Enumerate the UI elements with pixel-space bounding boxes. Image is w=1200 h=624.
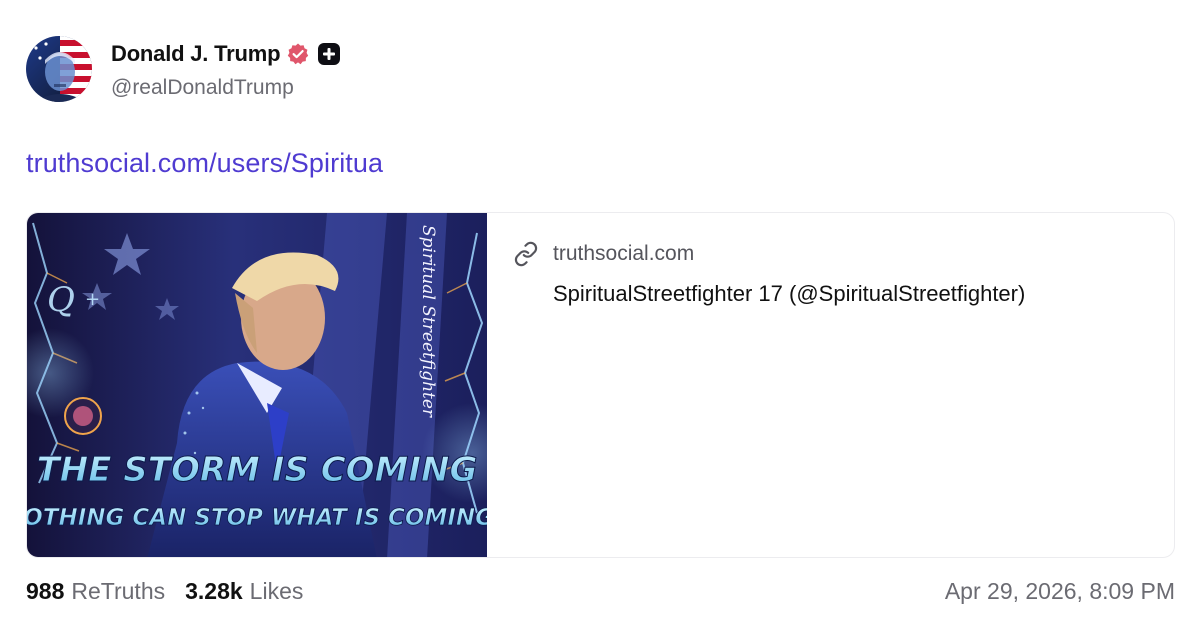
card-title: SpiritualStreetfighter 17 (@SpiritualStr… <box>553 281 1026 306</box>
post-stats: 988 ReTruths 3.28k Likes <box>26 576 303 606</box>
verified-badge-icon <box>286 42 310 66</box>
plus-badge-icon <box>318 43 341 65</box>
avatar-image <box>26 36 92 102</box>
author-handle[interactable]: @realDonaldTrump <box>111 76 294 100</box>
q-plus-text: + <box>85 289 100 310</box>
likes-label[interactable]: Likes <box>250 578 304 605</box>
link-preview-image[interactable]: Q + Spiritual Streetfighter THE STORM IS… <box>27 213 522 557</box>
image-headline: THE STORM IS COMING <box>37 450 478 490</box>
card-domain-row: truthsocial.com <box>513 241 1025 267</box>
image-subheadline: NOTHING CAN STOP WHAT IS COMING <box>27 505 487 531</box>
author-display-name[interactable]: Donald J. Trump <box>111 41 281 67</box>
post-timestamp[interactable]: Apr 29, 2026, 8:09 PM <box>945 576 1175 606</box>
q-text: Q <box>47 280 75 320</box>
likes-count[interactable]: 3.28k <box>185 578 243 605</box>
author-name-row: Donald J. Trump <box>111 40 341 68</box>
avatar[interactable] <box>26 36 92 102</box>
retruths-label[interactable]: ReTruths <box>71 578 165 605</box>
retruths-count[interactable]: 988 <box>26 578 64 605</box>
side-text: Spiritual Streetfighter <box>418 225 438 418</box>
link-preview-body: truthsocial.com SpiritualStreetfighter 1… <box>487 213 1025 557</box>
post-link[interactable]: truthsocial.com/users/Spiritua <box>26 148 383 179</box>
link-preview-card[interactable]: Q + Spiritual Streetfighter THE STORM IS… <box>26 212 1175 558</box>
card-domain: truthsocial.com <box>553 242 695 265</box>
link-icon <box>513 241 539 267</box>
